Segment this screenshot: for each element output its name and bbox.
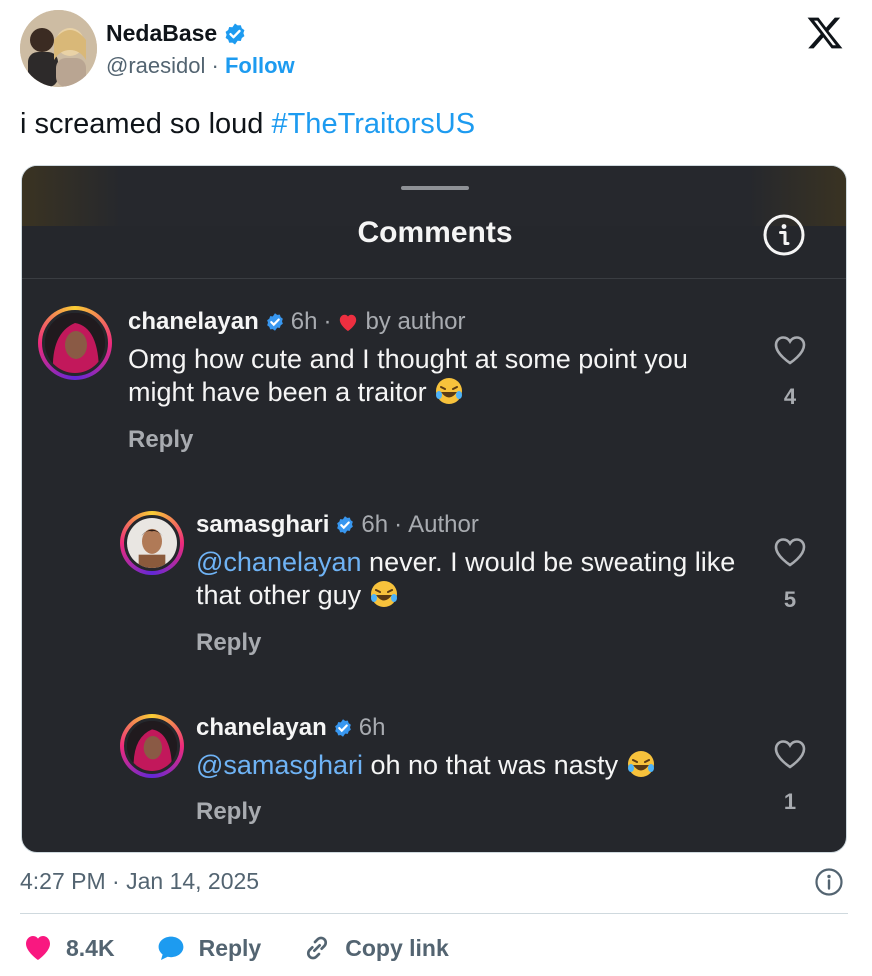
- reply-button[interactable]: Reply: [128, 426, 193, 454]
- tweet-timestamp[interactable]: 4:27 PM · Jan 14, 2025: [20, 868, 259, 895]
- comment-meta: samasghari 6h · Author: [196, 511, 479, 539]
- verified-badge-icon: [337, 516, 354, 534]
- copy-link-button[interactable]: Copy link: [301, 932, 449, 964]
- author-display-name[interactable]: NedaBase: [106, 20, 217, 47]
- tweet-text-body: i screamed so loud: [20, 108, 264, 140]
- author-info: NedaBase @raesidol · Follow: [106, 20, 295, 79]
- verified-badge-icon: [334, 719, 351, 737]
- like-count: 4: [783, 384, 797, 409]
- comment-text: oh no that was nasty: [370, 750, 619, 780]
- comment-meta: chanelayan 6h · by author: [128, 308, 466, 336]
- copy-link-label: Copy link: [345, 934, 449, 961]
- tweet-header: NedaBase @raesidol · Follow: [20, 10, 852, 92]
- comment-meta: chanelayan 6h: [196, 714, 385, 742]
- comment-separator: ·: [323, 308, 332, 335]
- comment-username[interactable]: samasghari: [196, 511, 329, 539]
- tweet-actions: 8.4K Reply Copy link: [22, 928, 489, 968]
- comment-body: @samasghari oh no that was nasty: [196, 749, 756, 782]
- laughing-emoji-icon: [627, 751, 654, 777]
- comment-badge: by author: [365, 308, 466, 335]
- reply-action-label: Reply: [198, 934, 262, 961]
- comment-text: Omg how cute and I thought at some point…: [128, 344, 688, 407]
- heart-filled-icon: [340, 314, 357, 332]
- like-heart-icon[interactable]: [772, 334, 808, 366]
- handle-separator: ·: [211, 53, 219, 78]
- author-handle[interactable]: @raesidol: [106, 53, 205, 78]
- commenter-avatar[interactable]: [38, 306, 112, 380]
- reply-button[interactable]: Reply: [196, 629, 261, 657]
- comment-username[interactable]: chanelayan: [196, 714, 327, 742]
- reply-action-button[interactable]: Reply: [155, 932, 262, 964]
- like-count: 5: [783, 587, 797, 612]
- like-count-label: 8.4K: [66, 934, 115, 961]
- info-icon[interactable]: [814, 867, 844, 897]
- laughing-emoji-icon: [436, 378, 463, 404]
- like-heart-icon[interactable]: [772, 536, 808, 568]
- speech-bubble-icon: [158, 936, 183, 960]
- author-avatar[interactable]: [20, 10, 97, 87]
- heart-filled-icon: [26, 936, 50, 960]
- verified-badge-icon: [266, 313, 283, 331]
- x-logo-icon[interactable]: [806, 14, 844, 52]
- link-icon: [307, 936, 328, 960]
- comment-body: Omg how cute and I thought at some point…: [128, 343, 728, 409]
- commenter-avatar[interactable]: [120, 714, 184, 778]
- comment-time: 6h: [361, 511, 389, 538]
- footer-divider: [20, 913, 848, 914]
- comment-username[interactable]: chanelayan: [128, 308, 259, 336]
- commenter-avatar[interactable]: [120, 511, 184, 575]
- tweet-text: i screamed so loud #TheTraitorsUS: [20, 108, 475, 141]
- reply-button[interactable]: Reply: [196, 798, 261, 826]
- comment-separator: ·: [394, 511, 403, 538]
- header-divider: [22, 278, 846, 279]
- info-icon: [763, 214, 805, 256]
- comment-body: @chanelayan never. I would be sweating l…: [196, 546, 756, 612]
- like-button[interactable]: 8.4K: [22, 932, 115, 964]
- comment-mention[interactable]: @chanelayan: [196, 547, 362, 577]
- like-count: 1: [783, 789, 797, 814]
- comment-mention[interactable]: @samasghari: [196, 750, 363, 780]
- comment-time: 6h: [358, 714, 386, 741]
- comments-title: Comments: [357, 216, 513, 249]
- like-heart-icon[interactable]: [772, 738, 808, 770]
- sheet-grab-handle: [401, 186, 469, 190]
- verified-badge-icon: [225, 23, 245, 44]
- laughing-emoji-icon: [370, 581, 397, 607]
- follow-button[interactable]: Follow: [225, 53, 295, 78]
- comment-badge: Author: [408, 511, 479, 538]
- embedded-screenshot[interactable]: Comments chanelayan 6h · by author Omg h…: [21, 165, 847, 853]
- hashtag-link[interactable]: #TheTraitorsUS: [271, 108, 475, 140]
- comment-time: 6h: [290, 308, 318, 335]
